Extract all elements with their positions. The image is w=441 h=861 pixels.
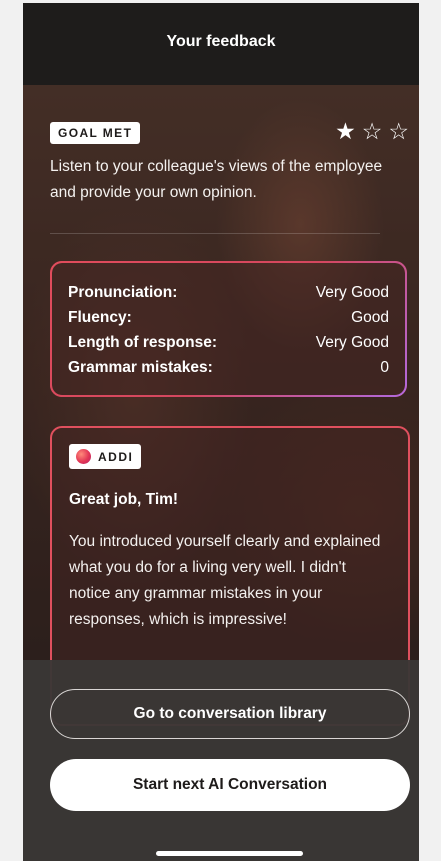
header: Your feedback <box>23 3 419 85</box>
score-label: Length of response: <box>68 334 217 351</box>
star-empty-icon: ☆ <box>388 118 409 144</box>
score-row: Grammar mistakes: 0 <box>68 355 389 380</box>
goal-description: Listen to your colleague's views of the … <box>50 158 383 201</box>
start-next-conversation-button[interactable]: Start next AI Conversation <box>50 759 410 811</box>
goal-met-badge: GOAL MET <box>50 122 141 144</box>
score-row: Pronunciation: Very Good <box>68 280 389 305</box>
score-value: Very Good <box>315 284 389 301</box>
score-row: Length of response: Very Good <box>68 330 389 355</box>
star-filled-icon: ★ <box>335 118 356 144</box>
addi-badge: ADDI <box>69 444 142 469</box>
conversation-library-button[interactable]: Go to conversation library <box>50 689 410 739</box>
score-value: 0 <box>380 359 389 376</box>
page-title: Your feedback <box>166 33 276 50</box>
addi-greeting: Great job, Tim! <box>69 491 179 508</box>
action-panel: Go to conversation library Start next AI… <box>23 660 419 861</box>
score-value: Very Good <box>315 334 389 351</box>
home-indicator[interactable] <box>156 851 303 856</box>
score-card: Pronunciation: Very Good Fluency: Good L… <box>50 261 407 397</box>
star-empty-icon: ☆ <box>361 118 383 144</box>
score-label: Fluency: <box>68 309 132 326</box>
addi-avatar-icon <box>76 449 91 464</box>
score-value: Good <box>351 309 389 326</box>
divider <box>50 233 380 234</box>
star-rating: ★ ☆ ☆ <box>335 119 409 143</box>
score-label: Grammar mistakes: <box>68 359 213 376</box>
score-row: Fluency: Good <box>68 305 389 330</box>
score-label: Pronunciation: <box>68 284 178 301</box>
addi-message: You introduced yourself clearly and expl… <box>69 533 381 628</box>
addi-badge-label: ADDI <box>98 449 134 464</box>
phone-screen: Your feedback GOAL MET ★ ☆ ☆ Listen to y… <box>23 3 419 861</box>
